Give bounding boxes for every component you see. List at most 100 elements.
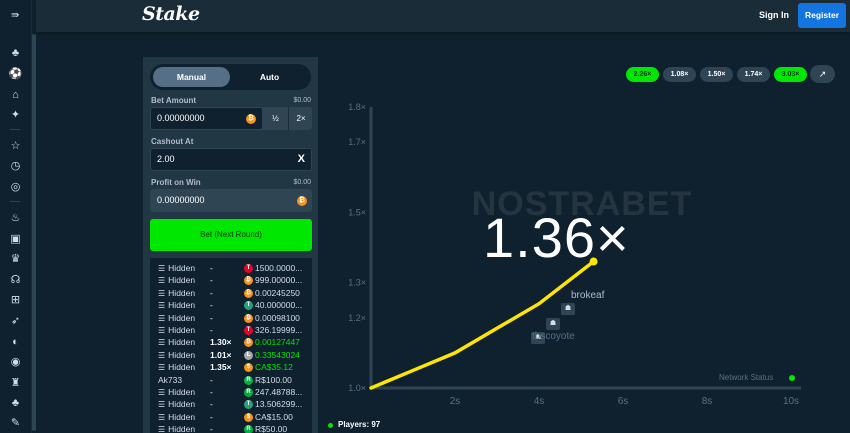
history-icon[interactable]: ◷ [9,159,22,172]
target-icon[interactable]: ◎ [9,180,22,193]
hidden-user-icon: ☰ [158,338,166,348]
pen-icon[interactable]: ✎ [9,416,22,429]
bet-username: Hidden [168,300,196,311]
tab-auto[interactable]: Auto [231,67,308,87]
tab-manual[interactable]: Manual [153,67,230,87]
profit-field: 0.00000000 ₿ [150,189,312,212]
bet-user[interactable]: ☰ Hidden [158,275,195,285]
bet-username: Hidden [168,325,196,335]
bet-user[interactable]: ☰ Hidden [158,412,195,422]
hidden-user-icon: ☰ [158,363,166,373]
left-sidebar: ⇛ ♣ ⚽ ⌂ ✦ ☆ ◷ ◎ ♨ ▣ ♛ ☊ ⊞ ➶ ◐ ◉ ♜ ♣ ✎ [0,0,32,433]
brl-coin-icon: R [244,388,253,397]
bet-user[interactable]: ☰ Hidden [158,387,195,397]
settings-icon[interactable]: ♣ [9,396,22,409]
bet-multiplier: 1.30× [210,337,232,348]
casino-icon[interactable]: ♣ [9,46,22,59]
register-button[interactable]: Register [798,3,846,28]
bet-user[interactable]: Ak733 [158,375,182,385]
bet-username: Hidden [168,424,196,433]
bet-username: Hidden [168,349,196,360]
bet-amount: CA$35.12 [255,362,293,373]
live-bets-list: ☰ Hidden - T 1500.0000... ☰ Hidden - ₿ 999.00000.… [150,258,312,433]
shield-icon[interactable]: ◉ [9,355,22,368]
home-icon[interactable]: ⌂ [9,88,22,101]
fire-icon[interactable]: ♨ [9,211,22,224]
bet-amount: 999.00000... [255,275,303,286]
half-button[interactable]: ½ [263,107,288,130]
bet-panel: Manual Auto Bet Amount $0.00 0.00000000 … [143,57,318,433]
support-icon[interactable]: ☊ [9,273,22,286]
bet-user[interactable]: ☰ Hidden [158,362,195,372]
bet-amount: 0.00098100 [255,312,300,323]
brl-coin-icon: R [244,425,253,433]
flame-icon[interactable]: ◐ [9,335,22,348]
x-tick-label: 4s [534,396,545,407]
bet-row: ☰ Hidden - T 13.506299... [150,399,312,411]
multiplier-curve [369,259,596,390]
bet-multiplier: - [210,325,213,335]
cashout-label: Cashout At [151,137,194,146]
network-status-indicator [789,375,795,381]
bet-user[interactable]: ☰ Hidden [158,263,195,273]
bet-amount: CA$15.00 [255,411,293,422]
bet-amount: R$100.00 [255,374,292,385]
profit-display: 0.00000000 ₿ [151,190,311,211]
sign-in-button[interactable]: Sign In [755,8,793,22]
y-tick-label: 1.3× [348,278,366,288]
sidebar-scrollbar[interactable] [32,34,36,431]
mode-tabs: Manual Auto [150,64,311,90]
bet-row: ☰ Hidden 1.01× Ł 0.33543024 [150,350,312,362]
trophy-icon[interactable]: ♛ [9,252,22,265]
bet-multiplier: 1.01× [210,349,232,360]
btc-coin-icon: ₿ [244,338,253,348]
bet-amount-input[interactable]: 0.00000000 ₿ [151,108,262,129]
player-label-brokeaf: brokeaf [571,290,605,301]
bet-user[interactable]: ☰ Hidden [158,300,195,310]
bet-user[interactable]: ☰ Hidden [158,337,195,347]
bet-user[interactable]: ☰ Hidden [158,350,195,360]
star-icon[interactable]: ☆ [9,139,22,152]
bet-row: ☰ Hidden - R R$50.00 [150,424,312,433]
bet-user[interactable]: ☰ Hidden [158,325,195,335]
hidden-user-icon: ☰ [158,264,166,273]
bet-user[interactable]: ☰ Hidden [158,424,195,433]
bet-row: ☰ Hidden - $ CA$15.00 [150,412,312,424]
gift-icon[interactable]: ⊞ [9,293,22,306]
crash-graph: 2.26× 1.08× 1.50× 1.74× 3.03× ↗ NOSTRABET 1.… [318,57,846,433]
bet-multiplier: - [210,387,213,397]
bet-amount-value: 0.00000000 [157,113,205,123]
y-tick-label: 1.8× [348,102,366,112]
stake-logo[interactable]: Stake [142,3,200,25]
current-multiplier: 1.36× [483,206,630,269]
double-button[interactable]: 2× [288,107,313,130]
rocket-icon[interactable]: ➶ [9,314,22,327]
trx-coin-icon: T [244,326,253,335]
y-tick-label: 1.5× [348,207,366,217]
bet-button[interactable]: Bet (Next Round) [150,219,312,251]
bet-multiplier: - [210,411,213,422]
bet-user[interactable]: ☰ Hidden [158,288,195,298]
cashout-input[interactable]: 2.00 X [151,149,311,170]
bet-amount: 326.19999... [255,325,303,335]
bet-user[interactable]: ☰ Hidden [158,399,195,409]
globe-icon[interactable]: ♜ [9,376,22,389]
menu-collapse-icon[interactable]: ⇛ [11,10,19,21]
cashout-field: 2.00 X [150,148,312,171]
bet-username: Hidden [168,275,196,286]
player-avatar: ☗ [561,303,575,315]
bet-amount: 0.33543024 [255,349,300,360]
bet-multiplier: - [210,424,213,433]
bookmark-icon[interactable]: ▣ [9,232,22,245]
btc-coin-icon: ₿ [244,313,253,323]
bet-user[interactable]: ☰ Hidden [158,313,195,323]
promotions-icon[interactable]: ✦ [9,108,22,121]
bet-username: Hidden [168,263,196,273]
cashout-clear-button[interactable]: X [298,153,305,165]
bet-multiplier: - [210,300,213,311]
bet-amount: R$50.00 [255,424,288,433]
hidden-user-icon: ☰ [158,313,166,323]
usdt-coin-icon: T [244,301,253,311]
sports-icon[interactable]: ⚽ [9,67,23,80]
hidden-user-icon: ☰ [158,276,166,286]
